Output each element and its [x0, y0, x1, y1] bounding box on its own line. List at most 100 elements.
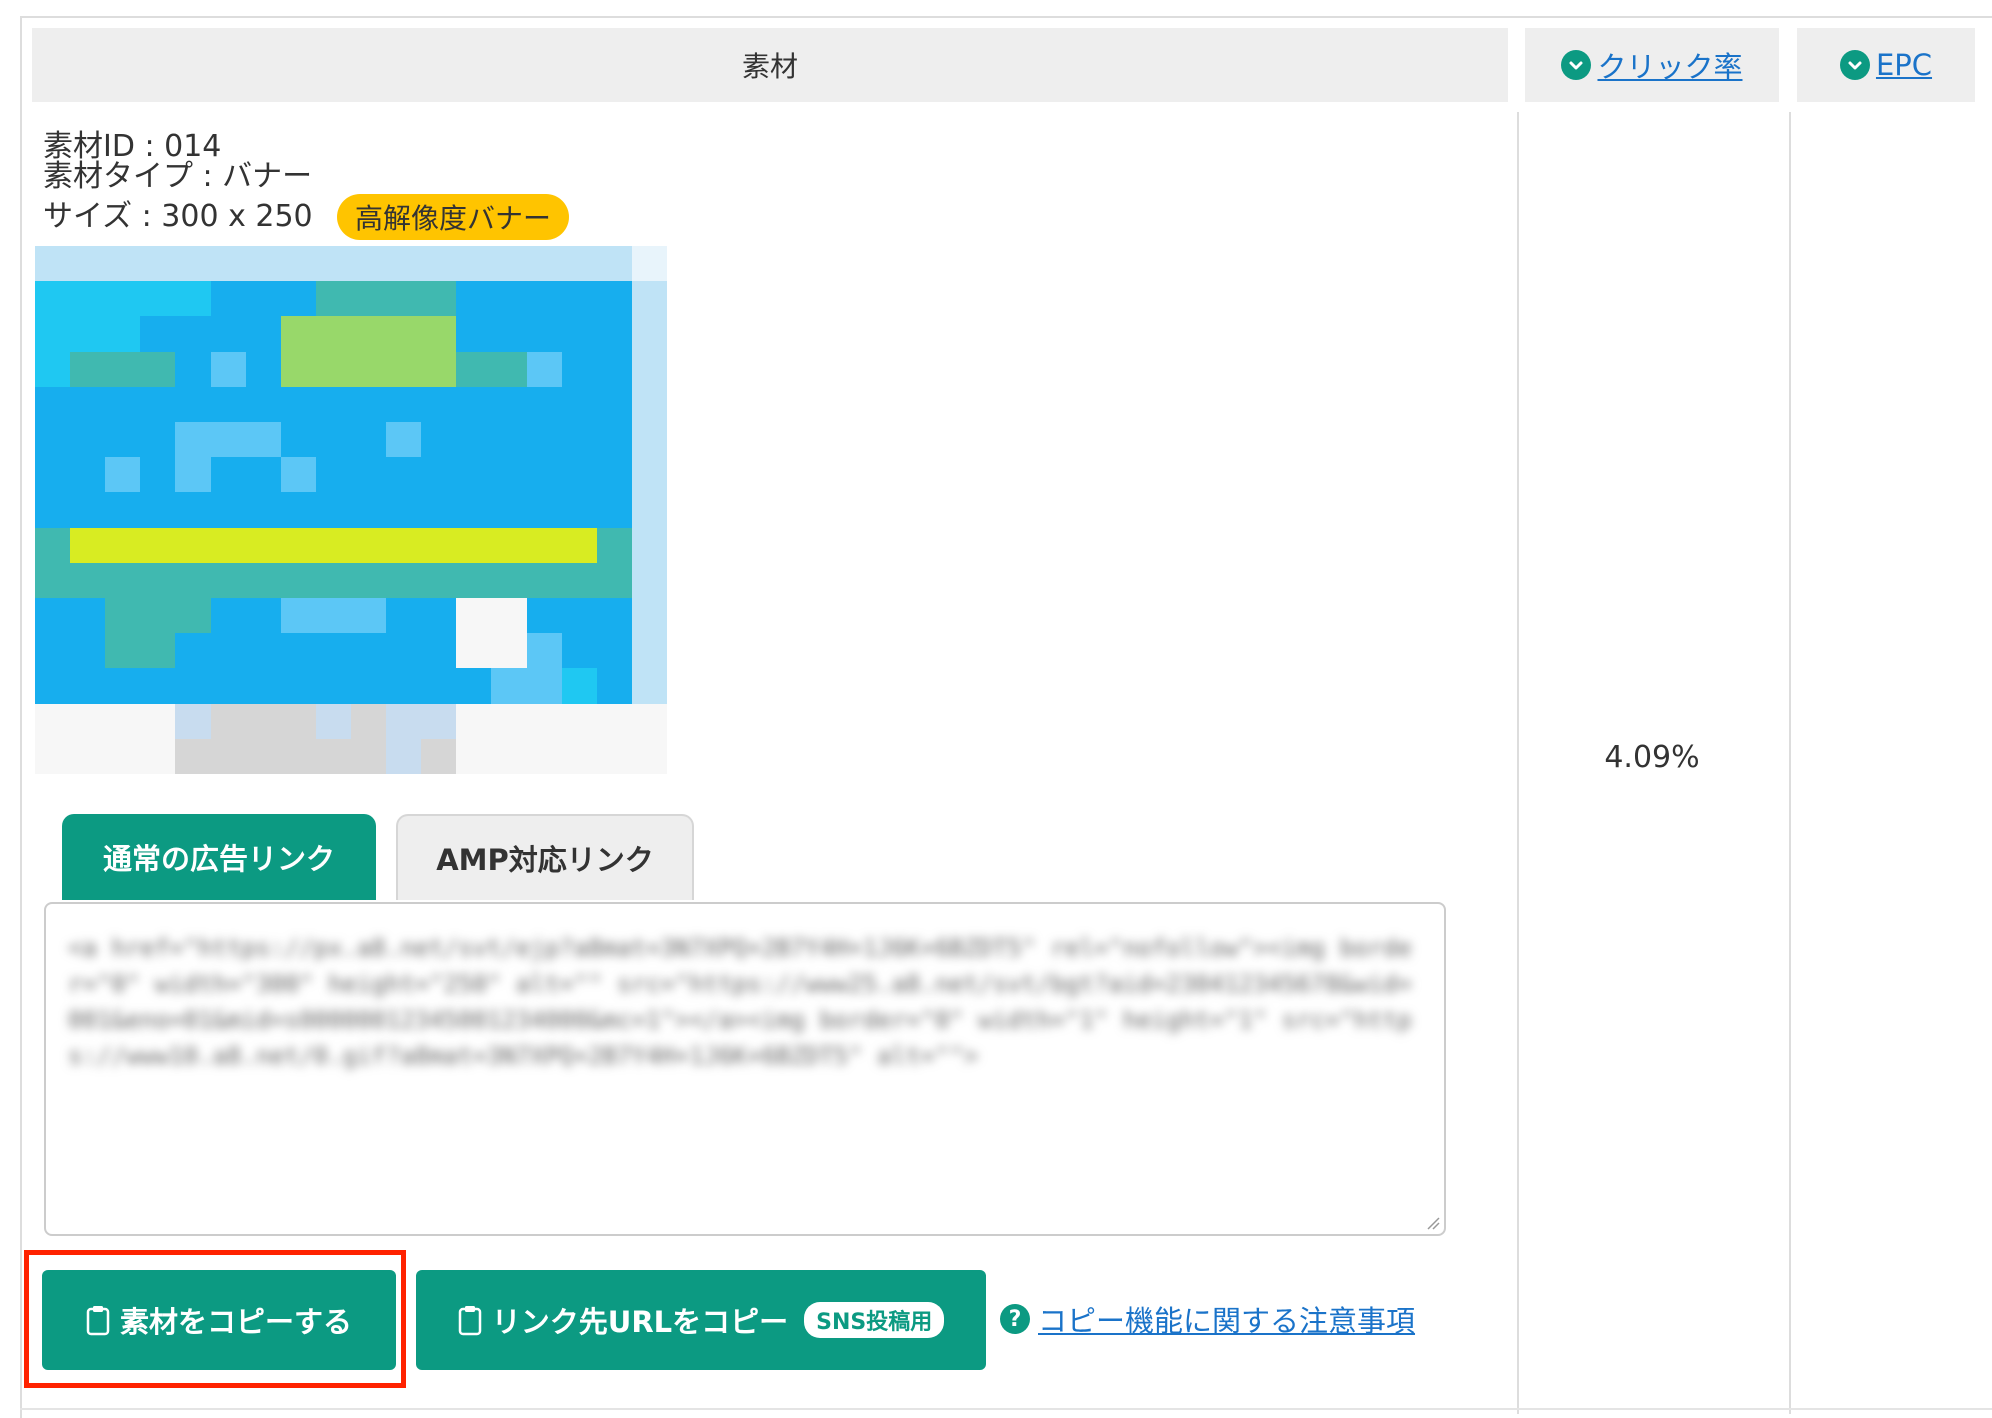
banner-mosaic-cell [456, 281, 493, 318]
banner-mosaic-cell [386, 527, 423, 564]
banner-mosaic-cell [245, 351, 282, 388]
banner-mosaic-cell [35, 668, 71, 705]
banner-mosaic-cell [351, 281, 387, 318]
banner-mosaic-cell [35, 738, 71, 774]
banner-mosaic-cell [140, 246, 177, 282]
banner-mosaic-cell [210, 492, 247, 529]
banner-mosaic-cell [491, 633, 528, 670]
tab-amp-link[interactable]: AMP対応リンク [396, 814, 694, 900]
banner-mosaic-cell [351, 527, 387, 564]
banner-mosaic-cell [386, 738, 423, 774]
clipboard-icon [86, 1306, 110, 1336]
material-type: 素材タイプ : バナー [43, 159, 313, 194]
material-id: 素材ID : 014 [43, 129, 222, 164]
banner-mosaic-cell [491, 351, 528, 388]
copy-notice-link[interactable]: コピー機能に関する注意事項 [1038, 1298, 1415, 1340]
banner-mosaic-cell [526, 738, 563, 774]
banner-mosaic-cell [561, 738, 598, 774]
banner-mosaic-cell [35, 633, 71, 670]
banner-mosaic-cell [631, 422, 667, 458]
high-resolution-badge: 高解像度バナー [337, 194, 569, 240]
column-header-material-label: 素材 [741, 50, 798, 83]
banner-mosaic-cell [315, 457, 352, 494]
banner-mosaic-cell [35, 457, 71, 494]
banner-mosaic-cell [35, 527, 71, 564]
copy-link-url-button[interactable]: リンク先URLをコピー SNS投稿用 [416, 1270, 986, 1370]
banner-mosaic-cell [70, 281, 107, 318]
banner-mosaic-cell [386, 386, 423, 423]
sort-epc-link[interactable]: EPC [1839, 48, 1932, 82]
banner-mosaic-cell [210, 316, 247, 353]
banner-mosaic-cell [631, 281, 667, 318]
banner-mosaic-cell [245, 422, 282, 458]
banner-mosaic-cell [351, 598, 387, 634]
banner-mosaic-cell [421, 527, 458, 564]
tab-standard-ad-link[interactable]: 通常の広告リンク [62, 814, 376, 900]
banner-mosaic-cell [491, 598, 528, 634]
banner-mosaic-cell [386, 281, 423, 318]
banner-mosaic-cell [140, 562, 177, 599]
banner-mosaic-cell [210, 422, 247, 458]
banner-mosaic-cell [245, 633, 282, 670]
banner-mosaic-cell [491, 562, 528, 599]
banner-mosaic-cell [351, 562, 387, 599]
banner-mosaic-cell [210, 633, 247, 670]
banner-mosaic-cell [456, 316, 493, 353]
banner-mosaic-cell [386, 668, 423, 705]
banner-mosaic-cell [105, 703, 142, 740]
banner-mosaic-cell [35, 422, 71, 458]
click-rate-value: 4.09% [1604, 740, 1700, 775]
banner-mosaic-cell [280, 351, 317, 388]
banner-mosaic-cell [245, 492, 282, 529]
banner-mosaic-cell [631, 633, 667, 670]
banner-mosaic-cell [35, 281, 71, 318]
banner-mosaic-cell [526, 281, 563, 318]
banner-mosaic-cell [280, 386, 317, 423]
banner-mosaic-cell [315, 703, 352, 740]
banner-mosaic-cell [561, 246, 598, 282]
banner-mosaic-cell [315, 316, 352, 353]
banner-mosaic-cell [105, 422, 142, 458]
material-size: サイズ : 300 x 250 [43, 199, 313, 234]
banner-mosaic-cell [70, 351, 107, 388]
banner-mosaic-cell [35, 492, 71, 529]
banner-mosaic-cell [596, 703, 633, 740]
banner-mosaic-cell [456, 527, 493, 564]
banner-mosaic-cell [596, 492, 633, 529]
banner-mosaic-cell [105, 386, 142, 423]
banner-mosaic-cell [105, 281, 142, 318]
ad-code-textarea[interactable]: <a href="https://px.a8.net/svt/ejp?a8mat… [44, 902, 1446, 1236]
copy-material-button[interactable]: 素材をコピーする [42, 1270, 396, 1370]
column-header-epc: EPC [1797, 28, 1975, 102]
banner-mosaic-cell [105, 492, 142, 529]
banner-mosaic-cell [35, 562, 71, 599]
banner-mosaic-cell [315, 562, 352, 599]
banner-mosaic-cell [526, 527, 563, 564]
banner-mosaic-cell [175, 386, 212, 423]
sort-click-rate-link[interactable]: クリック率 [1561, 44, 1743, 86]
resize-handle-icon[interactable] [1426, 1216, 1440, 1230]
banner-mosaic-cell [140, 281, 177, 318]
banner-mosaic-cell [561, 386, 598, 423]
banner-mosaic-cell [105, 527, 142, 564]
banner-mosaic-cell [245, 668, 282, 705]
banner-mosaic-cell [491, 527, 528, 564]
banner-mosaic-cell [421, 457, 458, 494]
row-divider [20, 1408, 1992, 1410]
banner-mosaic-cell [561, 351, 598, 388]
banner-mosaic-cell [315, 492, 352, 529]
banner-mosaic-cell [315, 386, 352, 423]
banner-mosaic-cell [561, 703, 598, 740]
banner-mosaic-cell [35, 598, 71, 634]
banner-mosaic-cell [105, 316, 142, 353]
banner-mosaic-cell [596, 386, 633, 423]
banner-mosaic-cell [631, 598, 667, 634]
banner-mosaic-cell [70, 527, 107, 564]
banner-mosaic-cell [596, 738, 633, 774]
banner-mosaic-cell [386, 633, 423, 670]
banner-mosaic-cell [386, 703, 423, 740]
banner-mosaic-cell [631, 457, 667, 494]
banner-mosaic-cell [526, 562, 563, 599]
banner-mosaic-cell [526, 386, 563, 423]
banner-mosaic-cell [245, 386, 282, 423]
